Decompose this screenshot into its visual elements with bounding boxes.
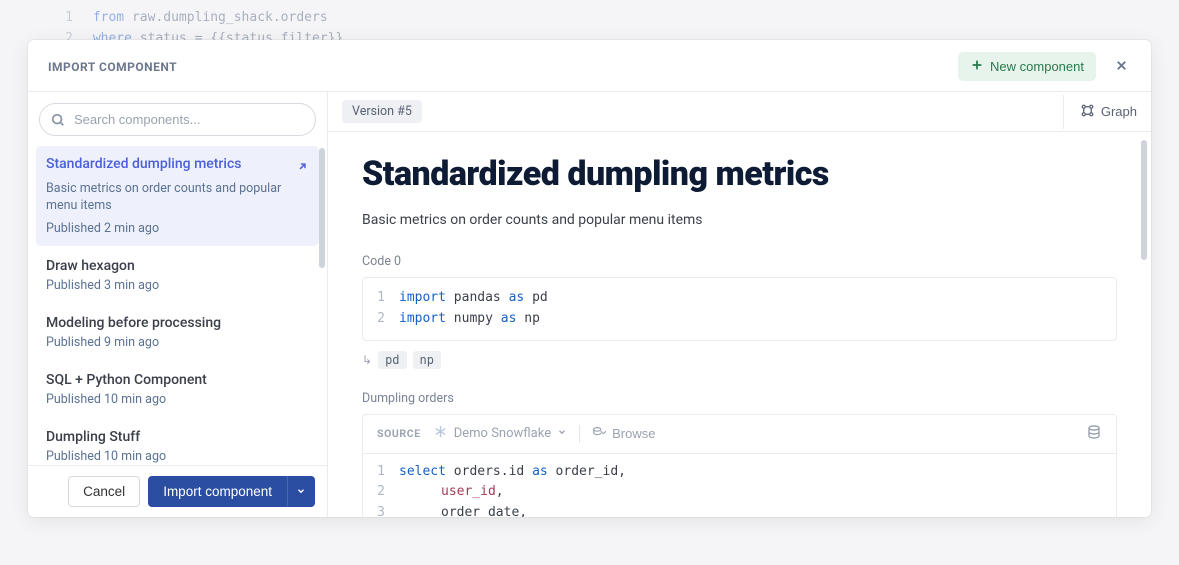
component-list[interactable]: Standardized dumpling metrics Basic metr… (28, 142, 327, 465)
list-item-meta: Published 10 min ago (46, 392, 309, 407)
list-item-meta: Published 10 min ago (46, 449, 309, 464)
new-component-label: New component (990, 59, 1084, 74)
output-chip: pd (378, 351, 406, 369)
list-item[interactable]: Dumpling Stuff Published 10 min ago (36, 419, 319, 465)
browse-icon (592, 425, 606, 442)
import-button[interactable]: Import component (148, 476, 287, 507)
list-item-title: Dumpling Stuff (46, 429, 140, 445)
list-item[interactable]: Draw hexagon Published 3 min ago (36, 248, 319, 303)
preview-header: Version #5 Graph (328, 92, 1151, 132)
cell-label: Dumpling orders (362, 391, 1117, 406)
import-button-group: Import component (148, 476, 315, 507)
list-item-title: SQL + Python Component (46, 372, 207, 388)
preview-body[interactable]: Standardized dumpling metrics Basic metr… (328, 132, 1151, 517)
component-desc: Basic metrics on order counts and popula… (362, 212, 1117, 228)
scrollbar[interactable] (1141, 140, 1147, 260)
scrollbar[interactable] (319, 148, 325, 268)
chevron-down-icon (296, 484, 306, 499)
code-block-sql: 1 select orders.id as order_id, 2 user_i… (362, 454, 1117, 517)
search-input[interactable] (39, 103, 316, 136)
header-actions: New component (958, 52, 1133, 81)
source-label: SOURCE (377, 427, 421, 440)
code-block-python: 1 import pandas as pd 2 import numpy as … (362, 277, 1117, 341)
modal-title: IMPORT COMPONENT (48, 60, 177, 74)
cell-label: Code 0 (362, 254, 1117, 269)
divider (579, 425, 580, 443)
list-item-title: Modeling before processing (46, 315, 221, 331)
list-item-meta: Published 2 min ago (46, 221, 309, 236)
graph-label: Graph (1101, 104, 1137, 119)
list-item[interactable]: SQL + Python Component Published 10 min … (36, 362, 319, 417)
new-component-button[interactable]: New component (958, 52, 1096, 81)
list-item[interactable]: Modeling before processing Published 9 m… (36, 305, 319, 360)
database-icon[interactable] (1086, 424, 1102, 444)
import-component-modal: IMPORT COMPONENT New component (28, 40, 1151, 517)
list-item-title: Draw hexagon (46, 258, 135, 274)
source-selector[interactable]: Demo Snowflake (433, 424, 567, 443)
browse-button[interactable]: Browse (592, 425, 655, 442)
cancel-button[interactable]: Cancel (68, 476, 140, 507)
output-arrow-icon: ↳ (362, 353, 372, 367)
list-item-meta: Published 9 min ago (46, 335, 309, 350)
graph-icon (1080, 103, 1095, 121)
plus-icon (970, 58, 984, 75)
sql-source-header: SOURCE Demo Snowflake (362, 414, 1117, 454)
list-item-meta: Published 3 min ago (46, 278, 309, 293)
open-arrow-icon (296, 158, 309, 177)
component-title: Standardized dumpling metrics (362, 154, 1117, 194)
sidebar: Standardized dumpling metrics Basic metr… (28, 92, 328, 517)
close-button[interactable] (1110, 54, 1133, 80)
list-item-desc: Basic metrics on order counts and popula… (46, 181, 309, 215)
import-dropdown-button[interactable] (287, 476, 315, 507)
close-icon (1114, 58, 1129, 76)
graph-button[interactable]: Graph (1063, 95, 1137, 129)
list-item-title: Standardized dumpling metrics (46, 156, 241, 172)
sidebar-footer: Cancel Import component (28, 465, 327, 517)
outputs-row: ↳ pd np (362, 351, 1117, 369)
list-item[interactable]: Standardized dumpling metrics Basic metr… (36, 146, 319, 246)
output-chip: np (413, 351, 441, 369)
modal-header: IMPORT COMPONENT New component (28, 40, 1151, 92)
modal-body: Standardized dumpling metrics Basic metr… (28, 92, 1151, 517)
search-wrap (28, 92, 327, 142)
preview-pane: Version #5 Graph Standardized dumpling m… (328, 92, 1151, 517)
chevron-down-icon (557, 426, 567, 441)
version-badge: Version #5 (342, 100, 422, 123)
snowflake-icon (433, 424, 448, 443)
search-icon (51, 113, 65, 127)
